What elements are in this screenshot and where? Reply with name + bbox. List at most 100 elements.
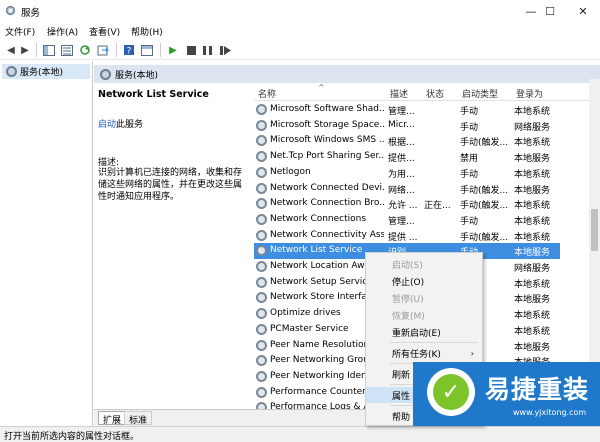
column-description[interactable]: 描述 <box>390 87 408 100</box>
service-name: Microsoft Storage Space... <box>270 119 384 130</box>
tree-item-label: 服务(本地) <box>20 68 64 78</box>
column-logon-as[interactable]: 登录为 <box>516 87 543 100</box>
maximize-icon: ☐ <box>545 4 555 18</box>
service-description: 网络... <box>388 185 415 196</box>
service-description: 提供... <box>388 154 415 165</box>
table-row[interactable]: Network Connectivity Ass... 提供 ... 手动(触发..… <box>254 228 560 244</box>
service-name: Netlogon <box>270 166 311 177</box>
table-row[interactable]: Net.Tcp Port Sharing Ser... 提供... 禁用 本地服务 <box>254 149 560 165</box>
service-logon-as: 本地系统 <box>514 138 551 149</box>
submenu-arrow-icon: › <box>470 348 474 358</box>
status-text: 打开当前所选内容的属性对话框。 <box>4 432 140 442</box>
table-row[interactable]: Microsoft Windows SMS ... 根据... 手动(触发... 本地… <box>254 133 560 149</box>
refresh-icon[interactable] <box>78 43 92 57</box>
gear-icon <box>6 66 17 77</box>
service-name: Microsoft Software Shad... <box>270 104 384 114</box>
service-startup-type: 手动 <box>460 216 479 227</box>
description-text: 识别计算机已连接的网络，收集和存储这些网络的属性，并在更改这些属性时通知应用程序… <box>98 168 243 202</box>
scrollbar-thumb[interactable] <box>591 209 598 251</box>
toolbar: ◀ ▶ ? ▶ <box>0 40 600 60</box>
table-row[interactable]: Netlogon 为用... 手动 本地系统 <box>254 165 560 181</box>
panel-header-title: 服务(本地) <box>115 70 159 81</box>
menu-bar: 文件(F) 操作(A) 查看(V) 帮助(H) <box>0 22 600 40</box>
console-icon[interactable] <box>140 43 154 57</box>
pause-service-icon[interactable] <box>200 43 214 57</box>
menu-item-all-tasks[interactable]: 所有任务(K) › <box>366 345 482 361</box>
menu-item-resume[interactable]: 恢复(M) <box>366 307 482 323</box>
service-name: Network Connection Bro... <box>270 198 384 209</box>
service-title: Network List Service <box>98 89 209 100</box>
menu-item-restart[interactable]: 重新启动(E) <box>366 324 482 340</box>
watermark-emblem: ✓ <box>427 368 475 416</box>
column-status[interactable]: 状态 <box>426 87 444 100</box>
gear-icon <box>256 245 267 257</box>
back-arrow-icon[interactable]: ◀ <box>4 43 18 57</box>
service-name: Network Connections <box>270 213 367 224</box>
column-name[interactable]: 名称 <box>258 87 276 100</box>
close-icon: ✕ <box>578 4 588 18</box>
title-bar: 服务 — ☐ ✕ <box>0 0 600 22</box>
service-logon-as: 本地系统 <box>514 326 551 337</box>
table-row[interactable]: Network Connected Devi... 网络... 手动(触发... 本地… <box>254 181 560 197</box>
gear-icon <box>256 151 267 163</box>
toolbar-separator <box>36 43 37 57</box>
close-button[interactable]: ✕ <box>568 0 598 22</box>
gear-icon <box>256 323 267 335</box>
service-description: 管理... <box>388 216 415 227</box>
gear-icon <box>256 213 267 225</box>
service-name: Net.Tcp Port Sharing Ser... <box>270 151 384 162</box>
export-icon[interactable] <box>96 43 110 57</box>
menu-item-start[interactable]: 启动(S) <box>366 256 482 272</box>
gear-icon <box>256 292 267 304</box>
gear-icon <box>256 229 267 241</box>
table-row[interactable]: Microsoft Storage Space... Micr... 手动 网络服务 <box>254 118 560 134</box>
column-startup-type[interactable]: 启动类型 <box>462 87 498 100</box>
column-header: ^ 名称 描述 状态 启动类型 登录为 <box>254 83 600 101</box>
tab-standard[interactable]: 标准 <box>124 411 153 426</box>
gear-icon <box>256 402 267 409</box>
service-startup-type: 禁用 <box>460 154 479 165</box>
restart-service-icon[interactable] <box>218 43 232 57</box>
help-icon[interactable]: ? <box>122 43 136 57</box>
service-details: Network List Service 启动此服务 描述: 识别计算机已连接的… <box>98 89 248 409</box>
gear-icon <box>256 104 267 115</box>
start-service-line: 启动此服务 <box>98 117 143 130</box>
service-logon-as: 网络服务 <box>514 122 551 133</box>
table-row[interactable]: Network Connections 管理... 手动 本地系统 <box>254 212 560 228</box>
stop-service-icon[interactable] <box>184 43 198 57</box>
menu-action[interactable]: 操作(A) <box>47 25 78 38</box>
menu-view[interactable]: 查看(V) <box>89 25 120 38</box>
menu-file[interactable]: 文件(F) <box>5 25 35 38</box>
table-row[interactable]: Network Connection Bro... 允许 ... 正在... 手动(触… <box>254 196 560 212</box>
table-row[interactable]: Microsoft Software Shad... 管理... 手动 本地系统 <box>254 102 560 118</box>
menu-item-pause[interactable]: 暂停(U) <box>366 290 482 306</box>
forward-arrow-icon[interactable]: ▶ <box>18 43 32 57</box>
menu-help[interactable]: 帮助(H) <box>131 25 163 38</box>
start-service-link[interactable]: 启动 <box>98 120 116 130</box>
list-view-icon[interactable] <box>60 43 74 57</box>
console-tree: 服务(本地) <box>0 61 93 426</box>
all-tasks-label: 所有任务(K) <box>392 349 441 360</box>
service-description: 提供 ... <box>388 232 418 243</box>
menu-item-stop[interactable]: 停止(O) <box>366 273 482 289</box>
svg-text:?: ? <box>127 47 132 57</box>
service-description: 管理... <box>388 107 415 117</box>
service-logon-as: 本地系统 <box>514 232 551 243</box>
vertical-scrollbar[interactable] <box>589 79 600 409</box>
service-logon-as: 本地系统 <box>514 216 551 227</box>
gear-icon <box>256 386 267 398</box>
toolbar-separator <box>160 43 161 57</box>
gear-icon <box>256 370 267 382</box>
maximize-button[interactable]: ☐ <box>535 0 565 22</box>
tab-extended[interactable]: 扩展 <box>98 411 127 426</box>
start-service-icon[interactable]: ▶ <box>166 43 180 57</box>
start-service-suffix: 此服务 <box>116 120 144 130</box>
service-startup-type: 手动(触发... <box>460 185 509 196</box>
menu-separator <box>390 342 478 343</box>
services-app-icon <box>5 5 16 16</box>
tree-item-services-local[interactable]: 服务(本地) <box>2 64 90 79</box>
panel-header: 服务(本地) <box>94 65 600 83</box>
gear-icon <box>256 276 267 288</box>
show-hide-tree-icon[interactable] <box>42 43 56 57</box>
gear-icon <box>256 182 267 194</box>
